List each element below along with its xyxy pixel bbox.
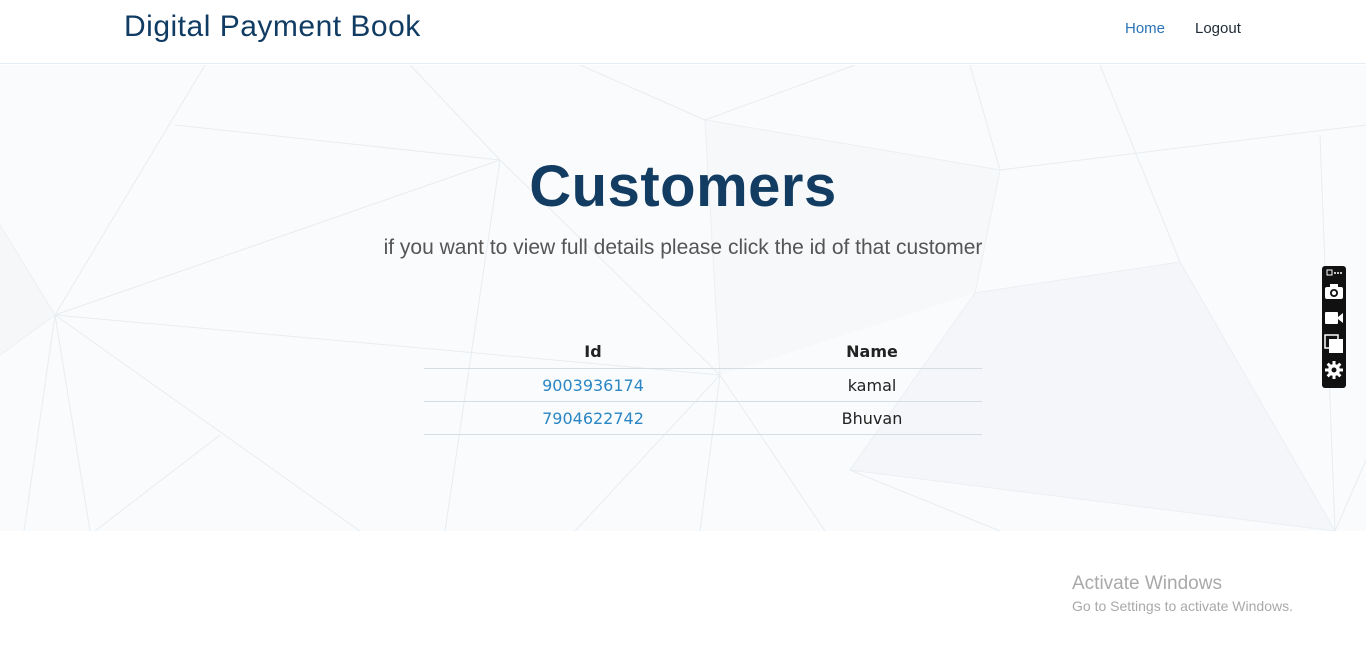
camera-icon[interactable] bbox=[1324, 282, 1344, 302]
brand-title[interactable]: Digital Payment Book bbox=[124, 10, 421, 44]
hero-section: Customers if you want to view full detai… bbox=[0, 65, 1366, 531]
column-header-name: Name bbox=[762, 335, 982, 369]
page-subtitle: if you want to view full details please … bbox=[383, 236, 983, 259]
activate-windows-watermark: Activate Windows Go to Settings to activ… bbox=[1072, 573, 1293, 614]
page-title: Customers bbox=[529, 154, 837, 219]
watermark-subtitle: Go to Settings to activate Windows. bbox=[1072, 598, 1293, 614]
column-header-id: Id bbox=[424, 335, 762, 369]
table-row: 9003936174 kamal bbox=[424, 368, 982, 402]
capture-toolbar bbox=[1322, 266, 1346, 388]
customers-table: Id Name 9003936174 kamal 7904622742 Bhuv… bbox=[424, 335, 982, 435]
video-icon[interactable] bbox=[1324, 308, 1344, 328]
table-row: 7904622742 Bhuvan bbox=[424, 401, 982, 435]
customer-id-link[interactable]: 9003936174 bbox=[542, 376, 644, 395]
background-polygon-pattern bbox=[0, 65, 1366, 531]
customer-id-link[interactable]: 7904622742 bbox=[542, 409, 644, 428]
watermark-title: Activate Windows bbox=[1072, 573, 1222, 594]
customer-name-cell: Bhuvan bbox=[762, 401, 982, 435]
customer-id-cell: 9003936174 bbox=[424, 368, 762, 402]
table-header-row: Id Name bbox=[424, 335, 982, 369]
customer-id-cell: 7904622742 bbox=[424, 401, 762, 435]
navbar: Digital Payment Book Home Logout bbox=[0, 0, 1366, 64]
customer-name-cell: kamal bbox=[762, 368, 982, 402]
copy-icon[interactable] bbox=[1324, 334, 1344, 354]
nav-home-link[interactable]: Home bbox=[1125, 20, 1165, 37]
gear-icon[interactable] bbox=[1324, 360, 1344, 380]
nav-logout-link[interactable]: Logout bbox=[1195, 20, 1241, 37]
more-icon[interactable] bbox=[1324, 267, 1344, 279]
